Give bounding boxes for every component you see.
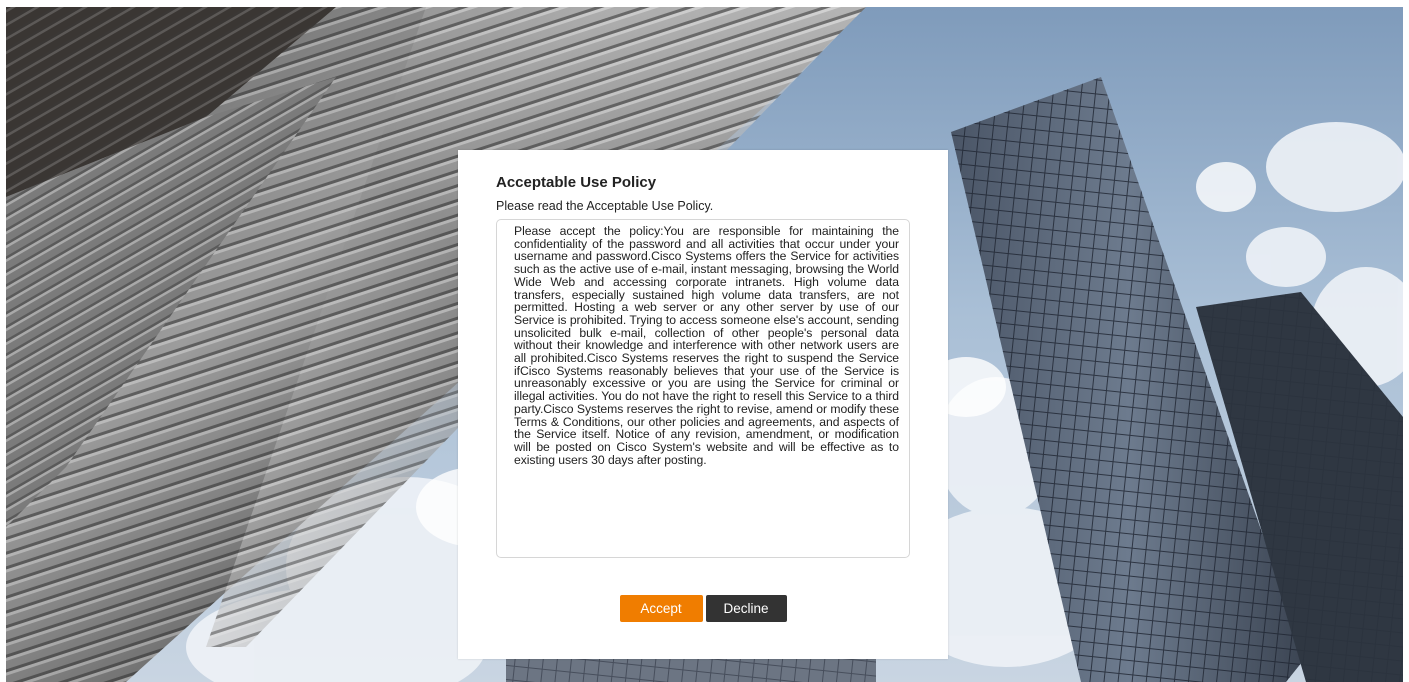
page-frame: Acceptable Use Policy Please read the Ac…	[6, 7, 1403, 682]
policy-text-box[interactable]: Please accept the policy:You are respons…	[496, 219, 910, 558]
dialog-subtitle: Please read the Acceptable Use Policy.	[496, 199, 714, 213]
acceptable-use-policy-dialog: Acceptable Use Policy Please read the Ac…	[458, 150, 948, 659]
accept-button[interactable]: Accept	[619, 595, 703, 622]
policy-text: Please accept the policy:You are respons…	[514, 224, 899, 467]
decline-button[interactable]: Decline	[705, 595, 787, 622]
dialog-buttons: Accept Decline	[458, 595, 948, 622]
dialog-title: Acceptable Use Policy	[496, 174, 657, 191]
